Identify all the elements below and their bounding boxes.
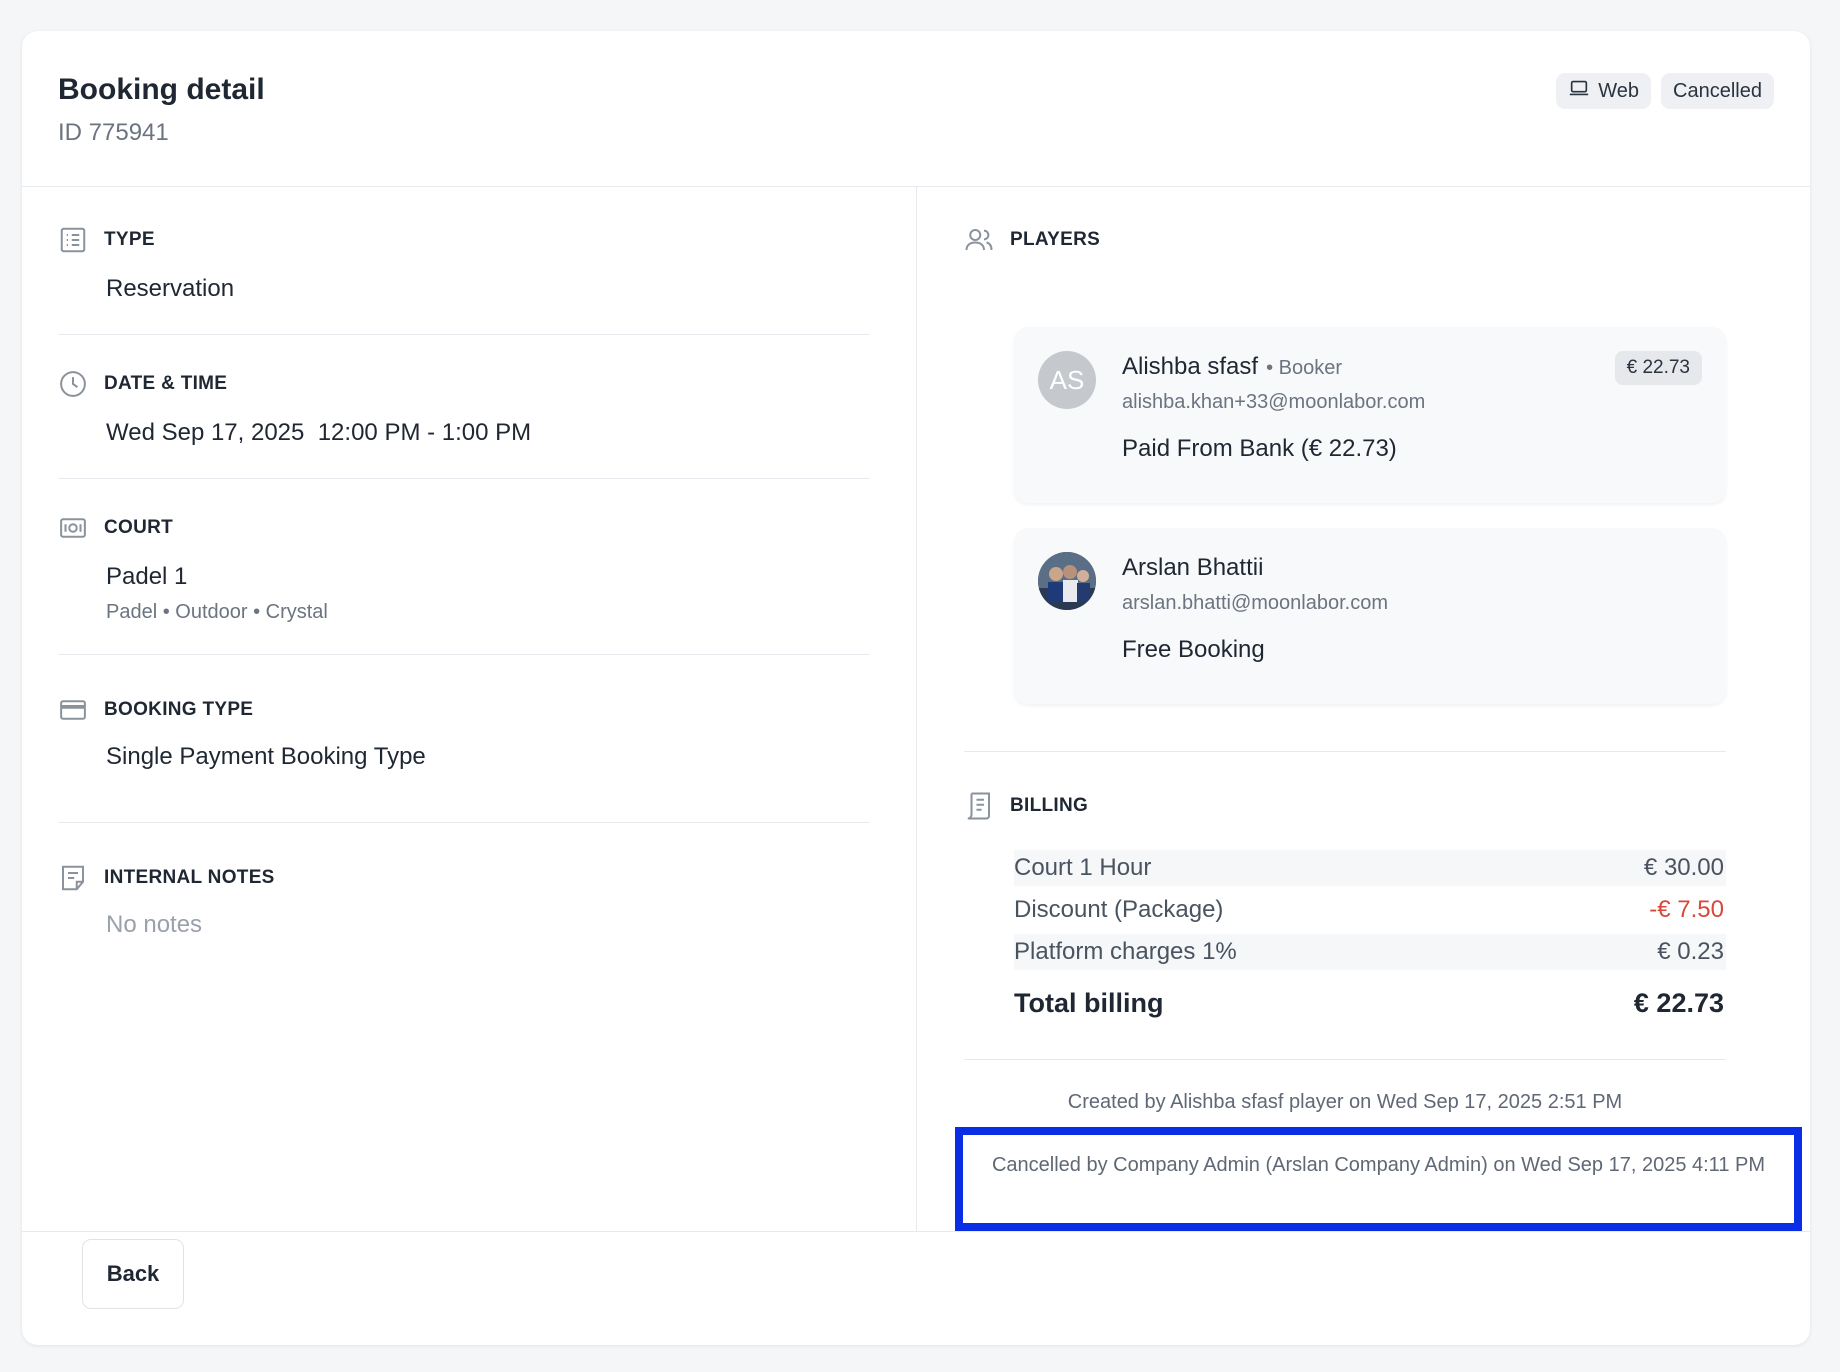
page-title: Booking detail (58, 73, 265, 106)
player-payment-status: Paid From Bank (€ 22.73) (1122, 435, 1397, 462)
source-badge: Web (1556, 73, 1652, 109)
created-by-text: Created by Alishba sfasf player on Wed S… (1067, 1091, 1623, 1113)
player-name: Alishba sfasf (1122, 353, 1259, 380)
booking-type-value: Single Payment Booking Type (106, 743, 426, 770)
column-divider (916, 187, 917, 1231)
datetime-label: DATE & TIME (104, 373, 228, 394)
type-value: Reservation (106, 275, 235, 302)
receipt-icon (964, 791, 994, 821)
divider (964, 751, 1726, 752)
court-icon (58, 513, 88, 543)
internal-notes-section: INTERNAL NOTES No notes (58, 823, 870, 983)
type-section: TYPE Reservation (58, 187, 870, 335)
clock-icon (58, 369, 88, 399)
header-badges: Web Cancelled (1556, 73, 1774, 109)
billing-header: BILLING (964, 791, 1088, 821)
billing-row-label: Court 1 Hour (1014, 854, 1152, 881)
source-badge-label: Web (1598, 79, 1640, 102)
internal-notes-value: No notes (106, 911, 203, 938)
billing-row-label: Discount (Package) (1014, 896, 1224, 923)
billing-row-amount: € 0.23 (1657, 938, 1724, 965)
court-label: COURT (104, 517, 174, 538)
note-icon (58, 863, 88, 893)
credit-card-icon (58, 695, 88, 725)
billing-row: Platform charges 1% € 0.23 (1014, 934, 1726, 970)
player-role: • Booker (1266, 357, 1343, 379)
avatar-photo-icon (1038, 552, 1096, 610)
divider (964, 1059, 1726, 1060)
billing-row-amount: € 30.00 (1643, 854, 1724, 881)
booking-type-section: BOOKING TYPE Single Payment Booking Type (58, 655, 870, 823)
player-email: arslan.bhatti@moonlabor.com (1122, 592, 1388, 614)
avatar (1038, 552, 1096, 610)
billing-row: Discount (Package) -€ 7.50 (1014, 892, 1726, 928)
type-label: TYPE (104, 229, 155, 250)
datetime-section: DATE & TIME Wed Sep 17, 2025 12:00 PM - … (58, 335, 870, 479)
avatar: AS (1038, 351, 1096, 409)
laptop-icon (1568, 77, 1590, 105)
booking-type-label: BOOKING TYPE (104, 699, 254, 720)
court-value: Padel 1 (106, 563, 188, 590)
billing-total-row: Total billing € 22.73 (1014, 981, 1726, 1025)
cancelled-by-text: Cancelled by Company Admin (Arslan Compa… (955, 1127, 1802, 1231)
list-icon (58, 225, 88, 255)
billing-row-label: Platform charges 1% (1014, 938, 1237, 965)
billing-label: BILLING (1010, 795, 1089, 816)
players-header: PLAYERS (964, 225, 1100, 255)
court-section: COURT Padel 1 Padel • Outdoor • Crystal (58, 479, 870, 655)
booking-details-column: TYPE Reservation DATE & TIME Wed Sep 17,… (58, 187, 870, 983)
back-button[interactable]: Back (82, 1239, 184, 1309)
booking-detail-card: Booking detail ID 775941 Web Cancelled T… (22, 31, 1810, 1345)
player-card[interactable]: AS Alishba sfasf • Booker alishba.khan+3… (1014, 327, 1726, 503)
footer-divider (22, 1231, 1810, 1232)
player-email: alishba.khan+33@moonlabor.com (1122, 391, 1426, 413)
player-card[interactable]: Arslan Bhattii arslan.bhatti@moonlabor.c… (1014, 528, 1726, 704)
card-header: Booking detail ID 775941 Web Cancelled (22, 31, 1810, 187)
players-label: PLAYERS (1010, 229, 1101, 250)
player-payment-status: Free Booking (1122, 636, 1265, 663)
billing-row-amount: -€ 7.50 (1649, 896, 1724, 923)
billing-total-label: Total billing (1014, 987, 1164, 1018)
player-name: Arslan Bhattii (1122, 554, 1264, 581)
users-icon (964, 225, 994, 255)
status-badge-label: Cancelled (1673, 79, 1762, 102)
court-subtext: Padel • Outdoor • Crystal (106, 601, 328, 623)
datetime-value: Wed Sep 17, 2025 12:00 PM - 1:00 PM (106, 419, 532, 446)
billing-row: Court 1 Hour € 30.00 (1014, 850, 1726, 886)
player-amount-badge: € 22.73 (1614, 351, 1702, 385)
status-badge: Cancelled (1661, 73, 1774, 109)
booking-id: ID 775941 (58, 119, 169, 146)
billing-total-amount: € 22.73 (1633, 987, 1724, 1018)
internal-notes-label: INTERNAL NOTES (104, 867, 275, 888)
